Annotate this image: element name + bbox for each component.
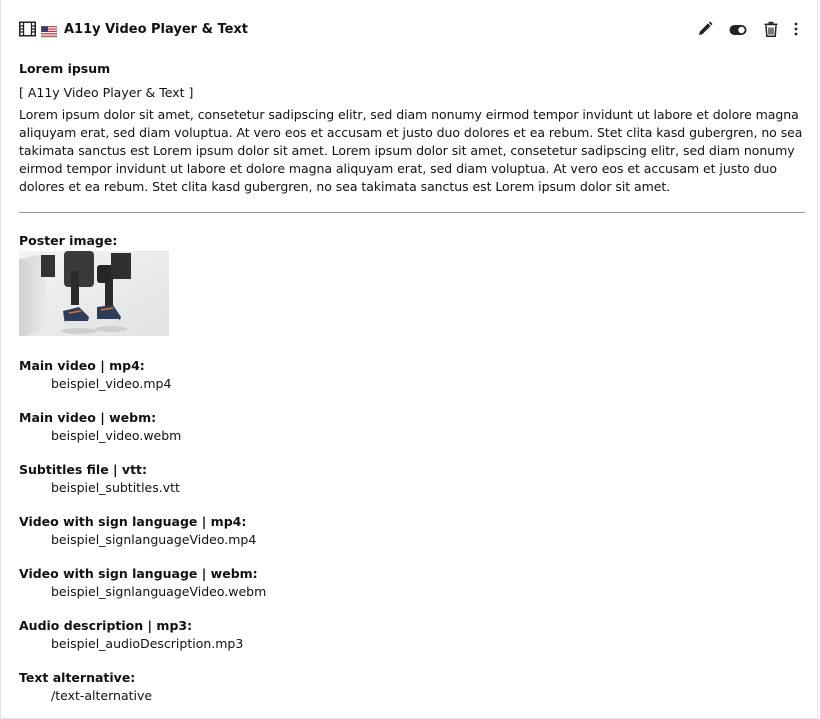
field-label: Text alternative: bbox=[19, 670, 136, 685]
film-icon bbox=[19, 21, 36, 41]
field-value: beispiel_subtitles.vtt bbox=[51, 480, 180, 495]
element-title: A11y Video Player & Text bbox=[64, 22, 249, 37]
toggle-icon[interactable] bbox=[729, 22, 747, 41]
field-value: beispiel_video.mp4 bbox=[51, 376, 172, 391]
field-label: Main video | webm: bbox=[19, 410, 157, 425]
bodytext: Lorem ipsum dolor sit amet, consetetur s… bbox=[19, 107, 803, 194]
field-sign-language-mp4: Video with sign language | mp4: beispiel… bbox=[19, 513, 807, 549]
more-vertical-icon[interactable] bbox=[792, 21, 800, 41]
field-label: Video with sign language | webm: bbox=[19, 566, 258, 581]
poster-label: Poster image: bbox=[19, 233, 118, 248]
element-header: A11y Video Player & Text bbox=[1, 0, 819, 56]
field-value: beispiel_video.webm bbox=[51, 428, 182, 443]
poster-thumbnail bbox=[19, 251, 169, 336]
divider bbox=[19, 212, 805, 213]
content-type-label: [ A11y Video Player & Text ] bbox=[19, 85, 194, 100]
us-flag-icon bbox=[40, 23, 58, 42]
field-value: beispiel_audioDescription.mp3 bbox=[51, 636, 244, 651]
field-subtitles-vtt: Subtitles file | vtt: beispiel_subtitles… bbox=[19, 461, 807, 497]
element-content: Lorem ipsum [ A11y Video Player & Text ]… bbox=[19, 60, 807, 705]
content-element-preview: A11y Video Player & Text Lorem ipsum [A… bbox=[0, 0, 818, 719]
field-label: Main video | mp4: bbox=[19, 358, 145, 373]
field-label: Subtitles file | vtt: bbox=[19, 462, 148, 477]
field-main-video-webm: Main video | webm: beispiel_video.webm bbox=[19, 409, 807, 445]
pencil-icon[interactable] bbox=[697, 21, 713, 41]
field-label: Video with sign language | mp4: bbox=[19, 514, 247, 529]
field-text-alternative: Text alternative: /text-alternative bbox=[19, 669, 807, 705]
field-label: Audio description | mp3: bbox=[19, 618, 193, 633]
trash-icon[interactable] bbox=[764, 21, 778, 41]
field-value: beispiel_signlanguageVideo.webm bbox=[51, 584, 267, 599]
headline: Lorem ipsum bbox=[19, 61, 111, 76]
field-audio-description-mp3: Audio description | mp3: beispiel_audioD… bbox=[19, 617, 807, 653]
field-value: /text-alternative bbox=[51, 688, 153, 703]
field-main-video-mp4: Main video | mp4: beispiel_video.mp4 bbox=[19, 357, 807, 393]
field-sign-language-webm: Video with sign language | webm: beispie… bbox=[19, 565, 807, 601]
field-value: beispiel_signlanguageVideo.mp4 bbox=[51, 532, 257, 547]
